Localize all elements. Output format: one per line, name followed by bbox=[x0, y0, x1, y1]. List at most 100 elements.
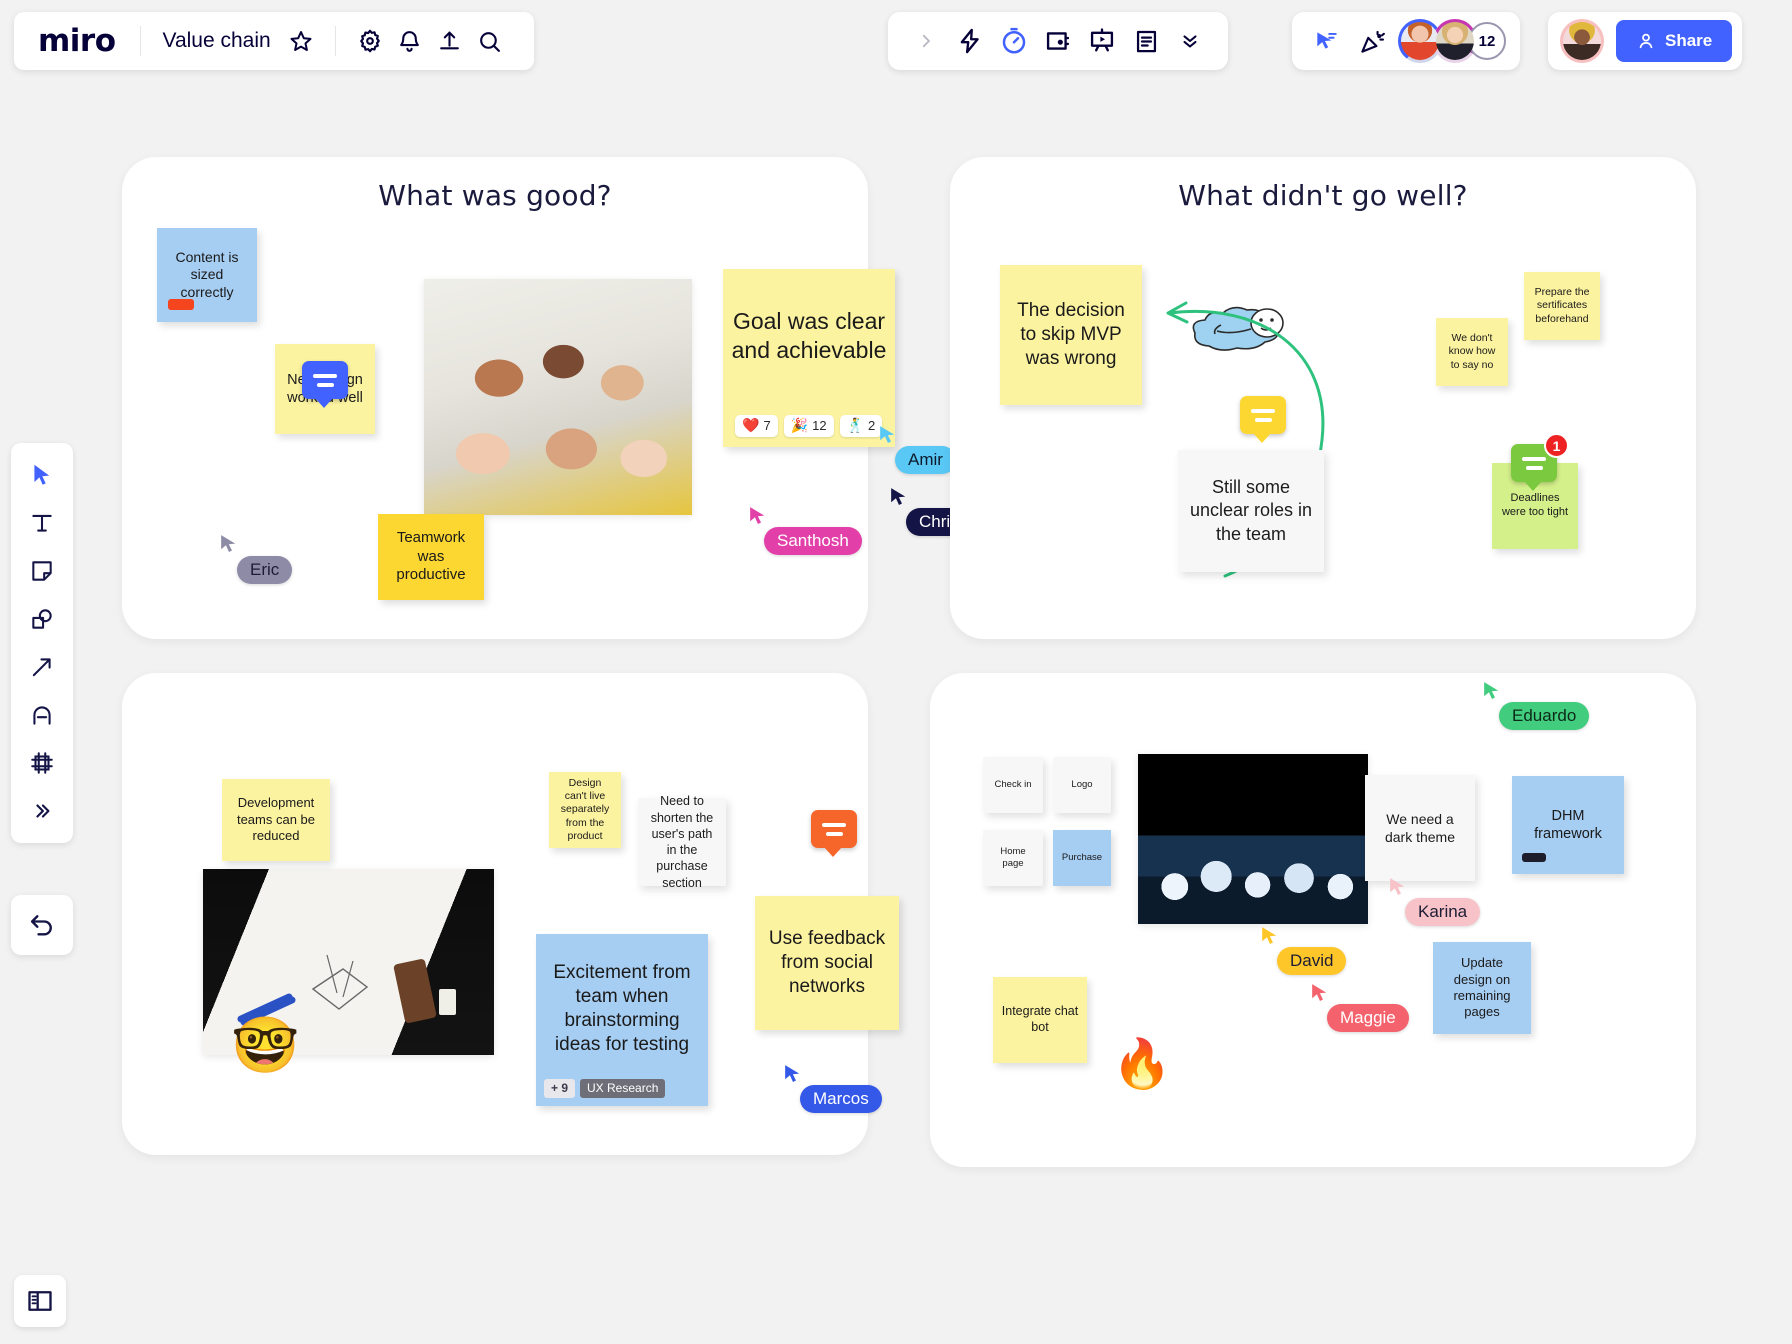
sticky-dev-teams[interactable]: Development teams can be reduced bbox=[222, 779, 330, 861]
bubble-line bbox=[825, 831, 843, 836]
gear-icon[interactable] bbox=[350, 21, 390, 61]
pen-icon[interactable] bbox=[19, 695, 65, 735]
lightning-icon[interactable] bbox=[950, 21, 990, 61]
cursor-arrow bbox=[1312, 984, 1327, 1001]
comment-bubble-insights[interactable] bbox=[811, 810, 857, 857]
sticky-dark-theme[interactable]: We need a dark theme bbox=[1365, 775, 1475, 881]
sticky-excitement[interactable]: Excitement from team when brainstorming … bbox=[536, 934, 708, 1106]
sticky-integrate-chat[interactable]: Integrate chat bot bbox=[993, 977, 1087, 1063]
current-user-avatar[interactable] bbox=[1560, 19, 1604, 63]
sticky-skip-mvp[interactable]: The decision to skip MVP was wrong bbox=[1000, 265, 1142, 405]
text-icon[interactable] bbox=[19, 503, 65, 543]
sticky-logo[interactable]: Logo bbox=[1053, 757, 1111, 813]
sticky-content-sized[interactable]: Content is sized correctly bbox=[157, 228, 257, 322]
note-text: Logo bbox=[1071, 778, 1093, 790]
cursor-arrow bbox=[1262, 927, 1277, 944]
cursor-label: Marcos bbox=[800, 1085, 882, 1113]
cursor-label: Santhosh bbox=[764, 527, 862, 555]
cursor-label: Eric bbox=[237, 556, 293, 584]
cursor-arrow bbox=[891, 488, 906, 505]
nerd-face-sticker[interactable]: 🤓 bbox=[231, 1018, 299, 1073]
reaction-count: 12 bbox=[812, 418, 827, 433]
board-title[interactable]: Value chain bbox=[141, 29, 281, 53]
document-icon[interactable] bbox=[1126, 21, 1166, 61]
sticky-text: Use feedback from social networks bbox=[768, 928, 886, 997]
avatar-ring-2[interactable] bbox=[1433, 19, 1477, 63]
sticky-teamwork[interactable]: Teamwork was productive bbox=[378, 514, 484, 600]
comment-bubble-new-design[interactable] bbox=[302, 361, 348, 408]
stormtroopers-photo[interactable] bbox=[1138, 754, 1368, 924]
shapes-icon[interactable] bbox=[19, 599, 65, 639]
cursor-share-icon[interactable] bbox=[1306, 21, 1346, 61]
avatar bbox=[1436, 22, 1474, 60]
sticky-tag-orange[interactable] bbox=[168, 299, 194, 310]
presentation-icon[interactable] bbox=[1082, 21, 1122, 61]
bubble-line bbox=[1251, 408, 1275, 413]
celebrate-icon[interactable] bbox=[1352, 21, 1392, 61]
tag-ux-research[interactable]: UX Research bbox=[580, 1078, 666, 1098]
divider-2 bbox=[334, 26, 336, 56]
sticky-say-no[interactable]: We don't know how to say no bbox=[1436, 318, 1508, 386]
team-photo[interactable] bbox=[424, 279, 692, 515]
miro-logo[interactable]: miro bbox=[38, 23, 140, 59]
cursor-label: Amir bbox=[895, 446, 956, 474]
sticky-goal-clear[interactable]: Goal was clear and achievable ❤️ 7 🎉 12 … bbox=[723, 269, 895, 447]
fire-sticker[interactable]: 🔥 bbox=[1112, 1041, 1172, 1089]
sticky-home-page[interactable]: Home page bbox=[983, 830, 1043, 886]
timer-icon[interactable] bbox=[994, 21, 1034, 61]
header-bar: miro Value chain bbox=[14, 12, 534, 70]
reaction-count: 7 bbox=[763, 418, 771, 433]
reaction-heart[interactable]: ❤️ 7 bbox=[735, 415, 778, 437]
sticky-use-feedback[interactable]: Use feedback from social networks bbox=[755, 896, 899, 1030]
collaborators-bar: 12 bbox=[1292, 12, 1520, 70]
avatar bbox=[1401, 22, 1439, 60]
sticky-design-cant-live[interactable]: Design can't live separately from the pr… bbox=[549, 772, 621, 848]
chevron-right-icon[interactable] bbox=[906, 21, 946, 61]
nerd-face-emoji: 🤓 bbox=[231, 1014, 300, 1076]
search-icon[interactable] bbox=[470, 21, 510, 61]
sticky-tag-row: + 9 UX Research bbox=[544, 1078, 666, 1098]
sticky-text: Deadlines were too tight bbox=[1501, 492, 1569, 518]
sticky-text: Prepare the sertificates beforehand bbox=[1534, 286, 1590, 325]
comment-bubble-deadlines[interactable]: 1 bbox=[1511, 433, 1569, 491]
comment-bubble-unclear-roles[interactable] bbox=[1240, 396, 1286, 443]
avatar-stack: 12 bbox=[1398, 19, 1506, 63]
reaction-row: ❤️ 7 🎉 12 🕺 2 bbox=[735, 415, 883, 437]
arrow-icon[interactable] bbox=[19, 647, 65, 687]
bell-icon[interactable] bbox=[390, 21, 430, 61]
side-panel-icon[interactable] bbox=[14, 1275, 66, 1327]
reaction-dancer[interactable]: 🕺 2 bbox=[839, 415, 883, 437]
sticky-dhm[interactable]: DHM framework bbox=[1512, 776, 1624, 874]
note-unclear-roles[interactable]: Still some unclear roles in the team bbox=[1178, 450, 1324, 572]
frame-icon[interactable] bbox=[19, 743, 65, 783]
share-button[interactable]: Share bbox=[1616, 20, 1733, 62]
star-icon[interactable] bbox=[281, 21, 321, 61]
sticky-note-icon[interactable] bbox=[19, 551, 65, 591]
left-toolbar bbox=[11, 443, 73, 843]
sticky-text: We don't know how to say no bbox=[1448, 332, 1496, 371]
sticky-tag-dark[interactable] bbox=[1522, 853, 1546, 862]
cursor-arrow bbox=[785, 1065, 800, 1082]
sticky-purchase[interactable]: Purchase bbox=[1053, 830, 1111, 886]
sticky-check-in[interactable]: Check in bbox=[983, 757, 1043, 813]
fire-emoji: 🔥 bbox=[1112, 1038, 1172, 1091]
chevrons-down-icon[interactable] bbox=[1170, 21, 1210, 61]
upload-icon[interactable] bbox=[430, 21, 470, 61]
tag-more-count[interactable]: + 9 bbox=[544, 1078, 576, 1098]
sticky-text: Integrate chat bot bbox=[1001, 1004, 1079, 1034]
frame-title-bad: What didn't go well? bbox=[1178, 179, 1468, 212]
chevrons-right-icon[interactable] bbox=[19, 791, 65, 831]
reaction-party[interactable]: 🎉 12 bbox=[783, 415, 834, 437]
cursor-label: Maggie bbox=[1327, 1004, 1409, 1032]
note-shorten-path[interactable]: Need to shorten the user's path in the p… bbox=[638, 794, 726, 890]
sticky-text: The decision to skip MVP was wrong bbox=[1017, 300, 1125, 369]
sticky-update-design[interactable]: Update design on remaining pages bbox=[1433, 942, 1531, 1034]
undo-button[interactable] bbox=[11, 895, 73, 955]
sticky-text: Development teams can be reduced bbox=[236, 795, 316, 844]
cursor-icon[interactable] bbox=[19, 455, 65, 495]
sticky-text: Teamwork was productive bbox=[396, 528, 466, 584]
cursor-arrow bbox=[221, 535, 236, 552]
card-icon[interactable] bbox=[1038, 21, 1078, 61]
center-toolbar bbox=[888, 12, 1228, 70]
sticky-certificates[interactable]: Prepare the sertificates beforehand bbox=[1524, 272, 1600, 340]
